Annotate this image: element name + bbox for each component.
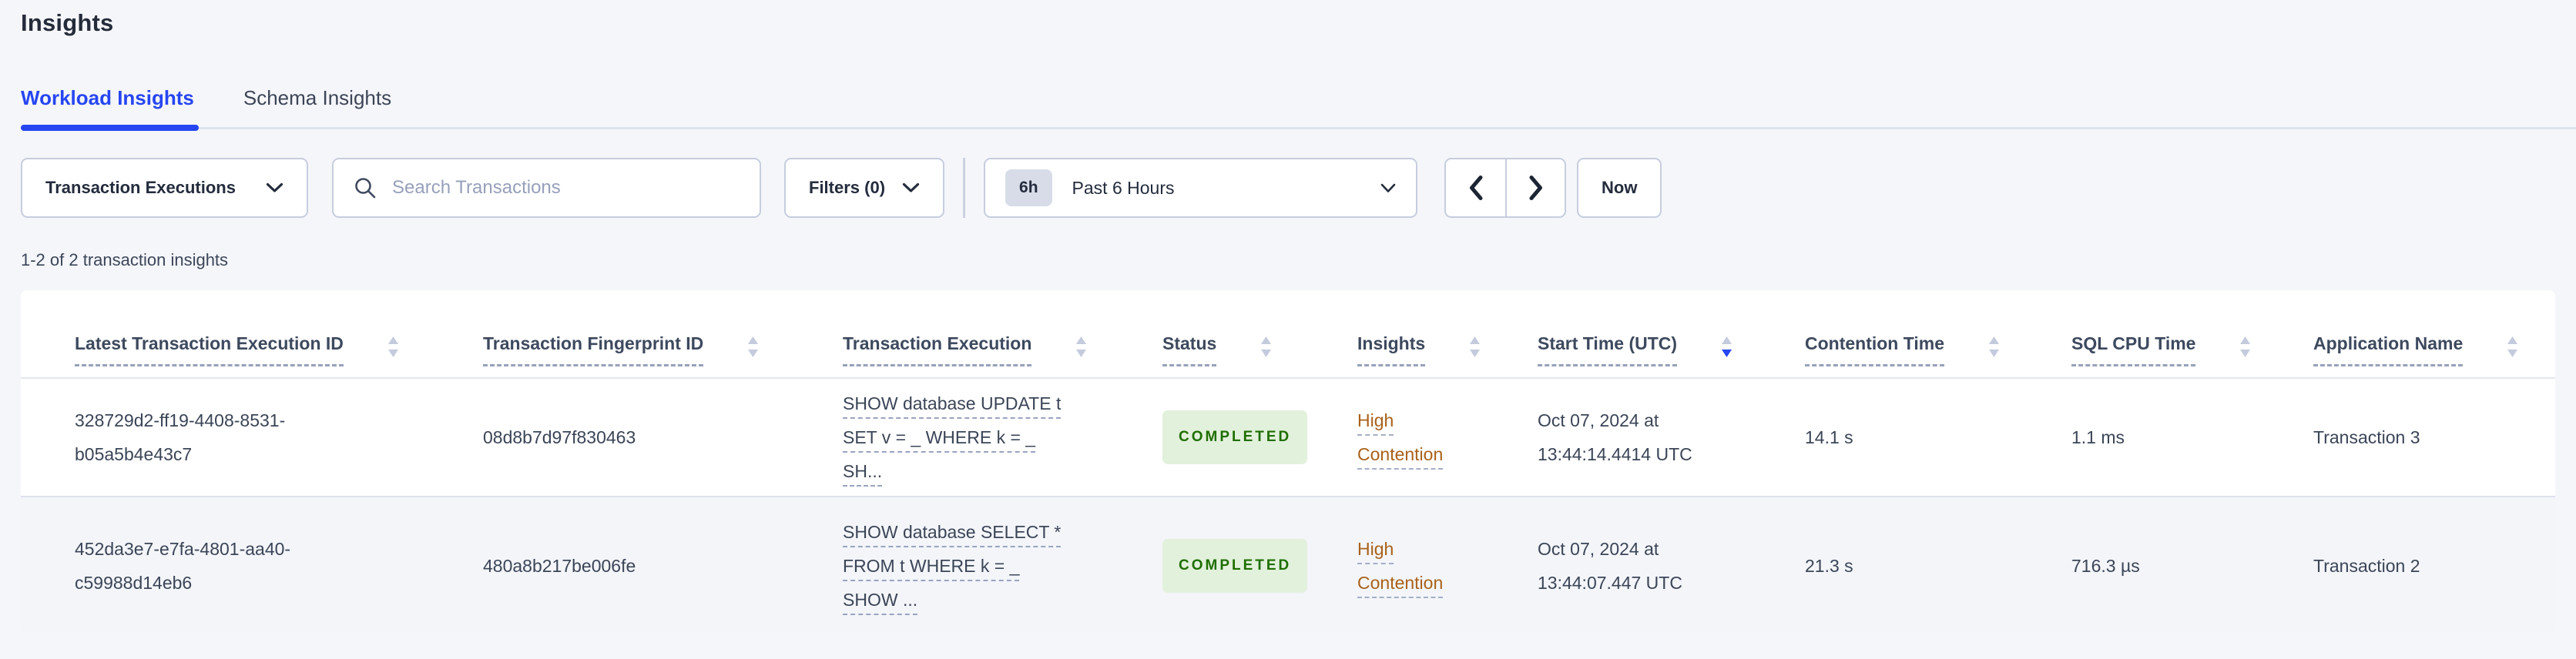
column-header-label[interactable]: Start Time (UTC) (1538, 332, 1678, 366)
tab-label: Workload Insights (21, 86, 194, 109)
sort-icon[interactable] (2239, 335, 2252, 359)
page-title: Insights (21, 9, 114, 36)
tab-bar: Workload Insights Schema Insights (21, 86, 2576, 131)
results-count: 1-2 of 2 transaction insights (21, 250, 229, 269)
now-button-label: Now (1602, 178, 1638, 197)
start-time-cell: Oct 07, 2024 at 13:44:14.4414 UTC (1538, 410, 1692, 464)
view-type-select[interactable]: Transaction Executions (21, 158, 308, 218)
transaction-execution-cell: SHOW database SELECT * FROM t WHERE k = … (843, 515, 1094, 617)
contention-time-cell: 21.3 s (1805, 556, 1853, 576)
column-header-label[interactable]: Transaction Execution (843, 332, 1032, 366)
chevron-down-icon (1380, 183, 1396, 193)
sort-desc-icon[interactable] (1720, 335, 1733, 359)
latest-execution-id-cell: 328729d2-ff19-4408-8531-b05a5b4e43c7 (75, 410, 286, 464)
column-header-label[interactable]: Contention Time (1805, 332, 1945, 366)
column-header-label[interactable]: Application Name (2313, 332, 2464, 366)
table-row: 328729d2-ff19-4408-8531-b05a5b4e43c7 08d… (21, 379, 2555, 497)
previous-range-button[interactable] (1446, 159, 1505, 216)
time-range-badge: 6h (1005, 169, 1052, 206)
tab-schema-insights[interactable]: Schema Insights (243, 86, 391, 127)
column-header-label[interactable]: Transaction Fingerprint ID (483, 332, 704, 366)
insight-link[interactable]: High Contention (1357, 539, 1443, 593)
toolbar-divider (963, 158, 966, 218)
column-header-transaction-execution: Transaction Execution (843, 332, 1162, 377)
application-name-cell: Transaction 2 (2313, 556, 2420, 576)
column-header-fingerprint-id: Transaction Fingerprint ID (483, 332, 843, 377)
status-cell: COMPLETED (1162, 410, 1357, 464)
chevron-right-icon (1528, 175, 1544, 201)
sort-icon[interactable] (746, 335, 760, 359)
column-header-latest-execution-id: Latest Transaction Execution ID (75, 332, 483, 377)
tab-label: Schema Insights (243, 86, 392, 109)
sort-icon[interactable] (387, 335, 400, 359)
transaction-execution-cell: SHOW database UPDATE t SET v = _ WHERE k… (843, 386, 1094, 488)
sort-icon[interactable] (1468, 335, 1481, 359)
start-time-cell: Oct 07, 2024 at 13:44:07.447 UTC (1538, 539, 1682, 593)
fingerprint-id-cell: 480a8b217be006fe (483, 556, 636, 576)
toolbar: Transaction Executions Filters (0) 6h Pa… (21, 158, 2555, 218)
now-button[interactable]: Now (1577, 158, 1662, 218)
sort-icon[interactable] (2506, 335, 2519, 359)
column-header-insights: Insights (1357, 332, 1538, 377)
filters-button[interactable]: Filters (0) (784, 158, 945, 218)
search-input[interactable] (392, 177, 740, 199)
column-header-label[interactable]: SQL CPU Time (2071, 332, 2196, 366)
chevron-left-icon (1468, 175, 1484, 201)
latest-execution-id-cell: 452da3e7-e7fa-4801-aa40-c59988d14eb6 (75, 539, 291, 593)
transaction-execution-link[interactable]: SHOW database UPDATE t SET v = _ WHERE k… (843, 393, 1061, 481)
application-name-cell: Transaction 3 (2313, 427, 2420, 447)
column-header-label[interactable]: Latest Transaction Execution ID (75, 332, 344, 366)
view-type-value: Transaction Executions (45, 178, 236, 197)
insights-cell: High Contention (1357, 532, 1473, 600)
sql-cpu-time-cell: 716.3 µs (2071, 556, 2140, 576)
column-header-label[interactable]: Status (1162, 332, 1217, 366)
column-header-contention-time: Contention Time (1805, 332, 2071, 377)
contention-time-cell: 14.1 s (1805, 427, 1853, 447)
filters-label: Filters (0) (809, 178, 886, 197)
insights-cell: High Contention (1357, 403, 1473, 471)
transaction-execution-link[interactable]: SHOW database SELECT * FROM t WHERE k = … (843, 522, 1061, 610)
column-header-status: Status (1162, 332, 1357, 377)
insight-link[interactable]: High Contention (1357, 410, 1443, 464)
insights-page: Insights Workload Insights Schema Insigh… (0, 0, 2576, 631)
time-range-select[interactable]: 6h Past 6 Hours (984, 158, 1418, 218)
sort-icon[interactable] (1075, 335, 1088, 359)
time-range-value: Past 6 Hours (1072, 177, 1175, 198)
column-header-label[interactable]: Insights (1357, 332, 1426, 366)
next-range-button[interactable] (1505, 159, 1565, 216)
sql-cpu-time-cell: 1.1 ms (2071, 427, 2125, 447)
fingerprint-id-cell: 08d8b7d97f830463 (483, 427, 636, 447)
table-header-row: Latest Transaction Execution ID Transact… (21, 290, 2555, 379)
time-range-pager (1444, 158, 1567, 218)
tab-workload-insights[interactable]: Workload Insights (21, 86, 199, 131)
chevron-down-icon (266, 182, 283, 193)
sort-icon[interactable] (1987, 335, 2001, 359)
search-icon (354, 176, 377, 199)
chevron-down-icon (902, 182, 920, 193)
column-header-application-name: Application Name (2313, 332, 2532, 377)
status-cell: COMPLETED (1162, 539, 1357, 593)
column-header-start-time: Start Time (UTC) (1538, 332, 1805, 377)
search-box (332, 158, 761, 218)
table-row: 452da3e7-e7fa-4801-aa40-c59988d14eb6 480… (21, 497, 2555, 631)
insights-table-card: Latest Transaction Execution ID Transact… (21, 290, 2555, 631)
sort-icon[interactable] (1259, 335, 1273, 359)
status-badge: COMPLETED (1162, 410, 1308, 464)
status-badge: COMPLETED (1162, 539, 1308, 593)
column-header-sql-cpu-time: SQL CPU Time (2071, 332, 2313, 377)
